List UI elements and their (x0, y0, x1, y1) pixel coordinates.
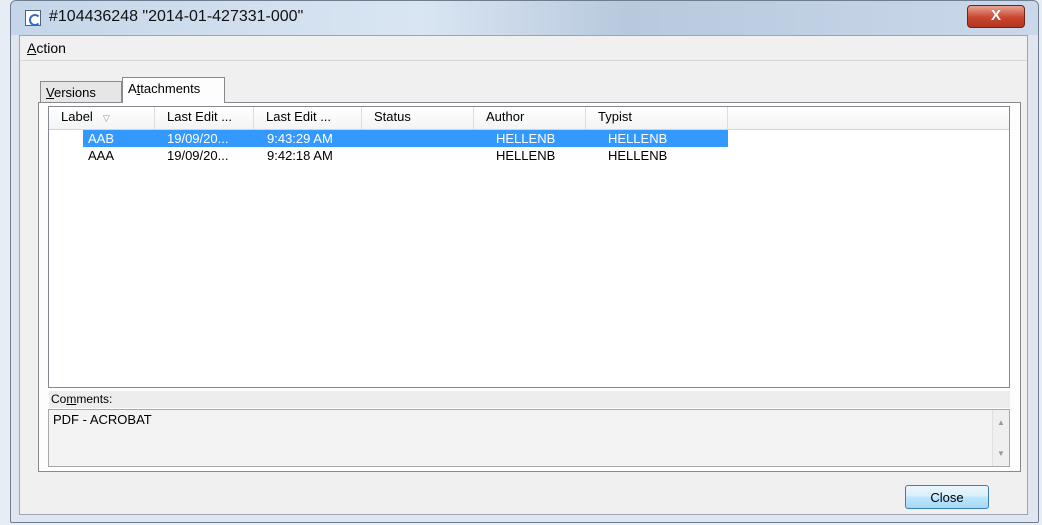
comments-label-pre: Co (51, 392, 67, 406)
app-icon (25, 10, 41, 26)
cell-typist: HELLENB (608, 148, 668, 163)
menu-action-label: ction (36, 40, 66, 56)
cell-author: HELLENB (496, 131, 556, 146)
menu-bar: Action (20, 36, 1027, 61)
list-header: Label ▽ Last Edit ... Last Edit ... Statu… (49, 107, 1009, 130)
cell-last-edit-time: 9:43:29 AM (267, 131, 333, 146)
scroll-down-icon[interactable]: ▼ (993, 445, 1009, 462)
window-title: #104436248 "2014-01-427331-000" (49, 8, 304, 25)
cell-last-edit-time: 9:42:18 AM (267, 148, 333, 163)
comments-label-mnemonic: m (66, 392, 77, 406)
title-bar[interactable]: #104436248 "2014-01-427331-000" X (11, 1, 1038, 35)
column-header-last-edit-date[interactable]: Last Edit ... (155, 107, 254, 129)
column-label-text: Label (61, 109, 93, 124)
column-header-typist[interactable]: Typist (586, 107, 728, 129)
comments-scrollbar[interactable]: ▲ ▼ (992, 410, 1009, 466)
attachments-list[interactable]: Label ▽ Last Edit ... Last Edit ... Statu… (48, 106, 1010, 388)
tab-versions-label: ersions (53, 85, 96, 100)
close-icon: X (990, 7, 1001, 24)
attachments-panel: Label ▽ Last Edit ... Last Edit ... Statu… (38, 102, 1021, 472)
comments-label: Comments: (49, 391, 1010, 408)
comments-value: PDF - ACROBAT (53, 412, 152, 427)
tab-attachments-label: tachments (140, 81, 201, 96)
column-header-label[interactable]: Label ▽ (49, 107, 155, 129)
column-header-author[interactable]: Author (474, 107, 586, 129)
comments-textarea[interactable]: PDF - ACROBAT ▲ ▼ (48, 409, 1010, 467)
menu-action-mnemonic: A (27, 40, 37, 56)
tab-versions-mnemonic: V (46, 85, 54, 100)
table-row[interactable]: AAA 19/09/20... 9:42:18 AM HELLENB HELLE… (49, 147, 1009, 164)
cell-label: AAA (88, 148, 115, 163)
scroll-up-icon[interactable]: ▲ (993, 414, 1009, 431)
menu-action[interactable]: Action (24, 39, 69, 57)
tab-attachments[interactable]: Attachments (122, 77, 225, 103)
dialog-window: #104436248 "2014-01-427331-000" X Action… (10, 0, 1039, 523)
column-header-last-edit-time[interactable]: Last Edit ... (254, 107, 362, 129)
cell-last-edit-date: 19/09/20... (167, 148, 229, 163)
tab-versions[interactable]: Versions (40, 81, 122, 102)
tab-attachments-pre: A (128, 81, 137, 96)
cell-author: HELLENB (496, 148, 556, 163)
close-button[interactable]: Close (905, 485, 989, 509)
sort-down-icon: ▽ (102, 113, 110, 123)
window-close-button[interactable]: X (967, 5, 1025, 28)
cell-label: AAB (88, 131, 115, 146)
client-area: Action Versions Attachments Label ▽ Last … (19, 35, 1028, 515)
table-row[interactable]: AAB 19/09/20... 9:43:29 AM HELLENB HELLE… (49, 130, 1009, 147)
column-header-status[interactable]: Status (362, 107, 474, 129)
cell-typist: HELLENB (608, 131, 668, 146)
cell-last-edit-date: 19/09/20... (167, 131, 229, 146)
comments-label-rest: ments: (76, 392, 113, 406)
